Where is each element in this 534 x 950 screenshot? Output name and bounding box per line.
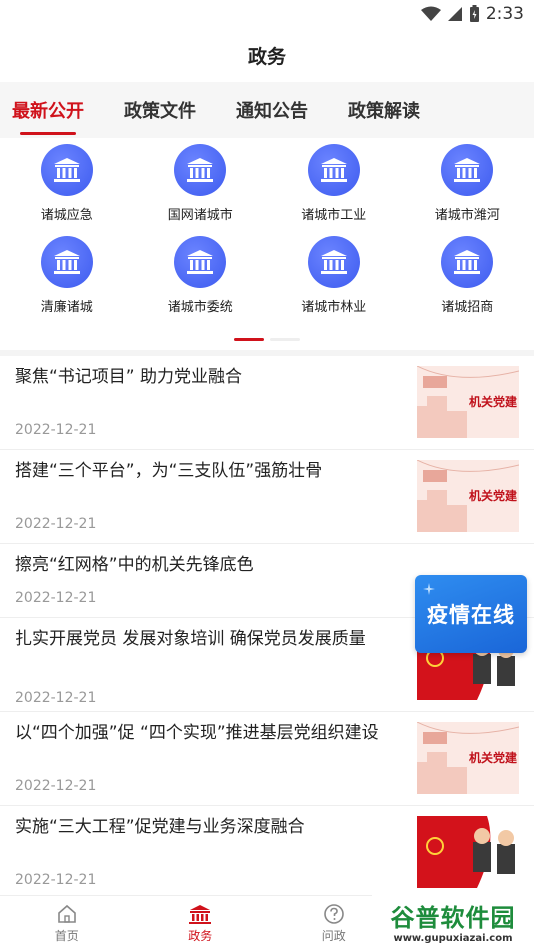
government-building-icon: [174, 144, 227, 196]
shortcut-label: 国网诸城市: [167, 208, 233, 223]
shortcut-item[interactable]: 诸城招商: [401, 236, 534, 328]
watermark-name: 谷普软件园: [390, 904, 516, 932]
shortcut-label: 诸城市林业: [301, 300, 367, 315]
signal-icon: [447, 7, 462, 21]
epidemic-online-button[interactable]: 疫情在线: [415, 575, 527, 653]
tab-bar: 最新公开 政策文件 通知公告 政策解读: [0, 82, 534, 138]
shortcut-item[interactable]: 清廉诸城: [0, 236, 134, 328]
tab-policy-docs[interactable]: 政策文件: [124, 93, 196, 127]
wifi-icon: [420, 6, 441, 21]
tab-latest[interactable]: 最新公开: [12, 93, 84, 135]
grid-pager: [0, 328, 534, 350]
nav-inquiry-label: 问政: [321, 928, 346, 943]
shortcut-item[interactable]: 诸城市潍河: [401, 144, 534, 236]
nav-government[interactable]: 政务: [134, 896, 268, 950]
svg-text:机关党建: 机关党建: [469, 750, 518, 765]
government-building-icon: [441, 144, 494, 196]
news-item[interactable]: 实施“三大工程”促党建与业务深度融合 2022-12-21: [0, 806, 534, 900]
news-date: 2022-12-21: [15, 778, 97, 794]
news-thumbnail: [417, 816, 519, 888]
status-bar: 2:33: [0, 0, 534, 28]
government-building-icon: [307, 144, 360, 196]
government-building-icon: [40, 236, 93, 288]
status-time: 2:33: [485, 4, 524, 24]
news-item[interactable]: 以“四个加强”促 “四个实现”推进基层党组织建设 2022-12-21 机关党建: [0, 712, 534, 806]
news-item[interactable]: 搭建“三个平台”，为“三支队伍”强筋壮骨 2022-12-21 机关党建: [0, 450, 534, 544]
government-building-icon: [441, 236, 494, 288]
shortcut-label: 清廉诸城: [40, 300, 93, 315]
news-title: 擦亮“红网格”中的机关先锋底色: [15, 555, 254, 575]
svg-text:机关党建: 机关党建: [469, 488, 518, 503]
shortcut-label: 诸城应急: [40, 208, 93, 223]
shortcut-label: 诸城招商: [441, 300, 494, 315]
news-item[interactable]: 聚焦“书记项目” 助力党业融合 2022-12-21 机关党建: [0, 356, 534, 450]
watermark-url: www.gupuxiazai.com: [393, 933, 513, 944]
news-date: 2022-12-21: [15, 690, 97, 706]
shortcut-item[interactable]: 诸城市林业: [267, 236, 401, 328]
tab-policy-interpretation[interactable]: 政策解读: [348, 93, 420, 127]
pager-dot-active: [234, 337, 264, 341]
pager-dot: [270, 337, 300, 341]
shortcut-item[interactable]: 诸城应急: [0, 144, 134, 236]
app-screen: 2:33 政务 最新公开 政策文件 通知公告 政策解读 诸城应急 国网诸城市 诸城市…: [0, 0, 534, 950]
home-icon: [57, 904, 76, 923]
svg-text:机关党建: 机关党建: [469, 394, 518, 409]
page-title: 政务: [247, 45, 286, 68]
news-thumbnail: 机关党建: [417, 366, 519, 438]
shortcut-label: 诸城市委统: [167, 300, 233, 315]
site-watermark: 谷普软件园 www.gupuxiazai.com: [372, 892, 534, 950]
tab-notices[interactable]: 通知公告: [236, 93, 308, 127]
shortcut-item[interactable]: 诸城市工业: [267, 144, 401, 236]
government-building-icon: [174, 236, 227, 288]
news-thumbnail: 机关党建: [417, 460, 519, 532]
nav-government-label: 政务: [188, 928, 213, 943]
news-date: 2022-12-21: [15, 590, 97, 606]
shortcut-grid: 诸城应急 国网诸城市 诸城市工业 诸城市潍河清廉诸城 诸城市委统 诸城市林业 诸城招商: [0, 138, 534, 328]
battery-icon: [469, 5, 479, 22]
question-icon: [323, 903, 344, 924]
government-icon: [189, 904, 212, 924]
shortcut-label: 诸城市潍河: [434, 208, 500, 223]
nav-home-label: 首页: [54, 928, 79, 943]
news-date: 2022-12-21: [15, 516, 97, 532]
shortcut-item[interactable]: 国网诸城市: [134, 144, 268, 236]
shortcut-label: 诸城市工业: [301, 208, 367, 223]
news-thumbnail: 机关党建: [417, 722, 519, 794]
government-building-icon: [307, 236, 360, 288]
shortcut-item[interactable]: 诸城市委统: [134, 236, 268, 328]
epidemic-online-label: 疫情在线: [427, 603, 515, 627]
news-date: 2022-12-21: [15, 422, 97, 438]
government-building-icon: [40, 144, 93, 196]
nav-home[interactable]: 首页: [0, 896, 134, 950]
sparkle-icon: [423, 583, 435, 595]
news-date: 2022-12-21: [15, 872, 97, 888]
